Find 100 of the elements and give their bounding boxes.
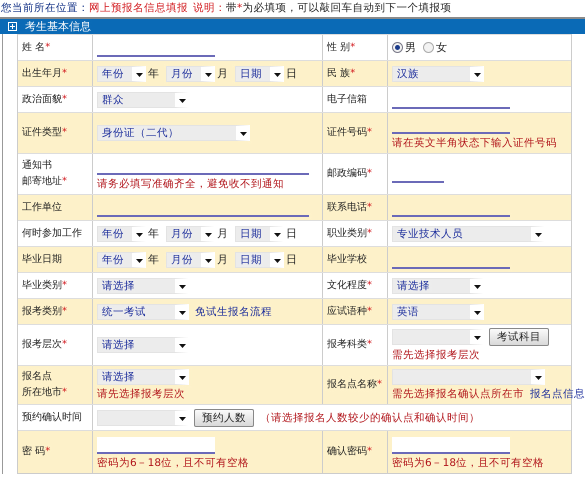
dropdown-arrow-icon (179, 310, 186, 314)
note-title: 说明： (193, 1, 226, 15)
action-button[interactable]: 预约人数 (194, 408, 254, 426)
dropdown-arrow-icon (136, 258, 143, 262)
dropdown-arrow-icon (179, 376, 186, 380)
date-unit: 年 (148, 252, 159, 267)
date-unit: 日 (286, 226, 297, 241)
date-unit: 日 (286, 66, 297, 81)
input-field[interactable] (97, 437, 215, 454)
field-label: 何时参加工作 (22, 226, 82, 240)
dropdown[interactable]: 年份 (97, 226, 146, 242)
field-label: 密 码* (22, 444, 50, 459)
dropdown-arrow-icon (474, 72, 481, 76)
field-label: 邮政编码* (327, 166, 372, 181)
expand-icon[interactable] (8, 22, 17, 31)
hint-text: 请先选择报考层次 (97, 387, 185, 401)
dropdown[interactable]: 请选择 (97, 337, 189, 353)
dropdown-arrow-icon (240, 132, 247, 136)
dropdown-arrow-icon (274, 258, 281, 262)
field-label: 毕业类别* (22, 278, 67, 292)
date-unit: 月 (217, 66, 228, 81)
field-label: 应试语种* (327, 304, 372, 318)
field-label: 毕业学校 (327, 252, 367, 266)
radio-label[interactable]: 女 (436, 40, 447, 55)
hint-text: 密码为6－18位，且不可有空格 (392, 456, 544, 470)
field-label: 联系电话* (327, 200, 372, 214)
dropdown-arrow-icon (535, 232, 542, 236)
hint-text: 请务必填写准确齐全，避免收不到通知 (97, 177, 284, 191)
location-label: 您当前所在位置： (1, 1, 89, 15)
date-unit: 月 (217, 252, 228, 267)
field-label: 报考类别* (22, 304, 67, 318)
section-title: 考生基本信息 (25, 19, 91, 34)
field-label: 出生年月* (22, 66, 67, 80)
field-label: 通知书 邮寄地址* (22, 158, 67, 189)
field-label: 报考科类* (327, 338, 372, 352)
field-label: 证件类型* (22, 126, 67, 140)
dropdown-arrow-icon (179, 98, 186, 102)
dropdown-arrow-icon (205, 72, 212, 76)
field-label: 确认密码* (327, 444, 372, 459)
dropdown[interactable]: 群众 (97, 92, 189, 108)
dropdown[interactable]: 月份 (166, 226, 215, 242)
dropdown-arrow-icon (179, 344, 186, 348)
dropdown[interactable]: 月份 (166, 252, 215, 268)
link[interactable]: 报名点信息 (530, 387, 585, 401)
field-label: 报名点 所在地市* (22, 370, 67, 400)
radio-label[interactable]: 男 (405, 40, 416, 55)
dropdown[interactable]: 日期 (235, 252, 284, 268)
input-field[interactable] (392, 437, 510, 454)
dropdown-arrow-icon (274, 72, 281, 76)
dropdown-arrow-icon (274, 232, 281, 236)
hint-text: 密码为6－18位，且不可有空格 (97, 456, 250, 470)
dropdown-arrow-icon (535, 376, 542, 380)
instruction-text: 带*为必填项，可以敲回车自动到下一个填报项 (226, 1, 452, 15)
dropdown-arrow-icon (205, 232, 212, 236)
link[interactable]: 免试生报名流程 (195, 304, 272, 318)
dropdown-arrow-icon (179, 416, 186, 420)
dropdown-arrow-icon (474, 336, 481, 340)
field-label: 性 别* (327, 40, 356, 54)
dropdown-arrow-icon (136, 72, 143, 76)
date-unit: 年 (148, 226, 159, 241)
field-label: 证件号码* (327, 126, 372, 140)
dropdown[interactable]: 日期 (235, 66, 284, 82)
date-unit: 日 (286, 252, 297, 267)
dropdown[interactable]: 请选择 (97, 369, 189, 385)
field-label: 文化程度* (327, 278, 372, 292)
hint-text: 需先选择报名确认点所在市 (392, 387, 524, 401)
action-button[interactable]: 考试科目 (489, 328, 549, 346)
dropdown[interactable]: 日期 (235, 226, 284, 242)
field-label: 民 族* (327, 66, 356, 80)
dropdown[interactable]: 汉族 (392, 66, 484, 82)
date-unit: 年 (148, 66, 159, 81)
dropdown[interactable]: 请选择 (392, 278, 484, 294)
dropdown-arrow-icon (136, 232, 143, 236)
location-link[interactable]: 网上预报名信息填报 (89, 1, 188, 15)
dropdown[interactable]: 请选择 (97, 278, 189, 294)
field-label: 报名点名称* (327, 378, 382, 392)
dropdown-arrow-icon (179, 284, 186, 288)
dropdown-arrow-icon (474, 310, 481, 314)
dropdown[interactable]: 身份证（二代） (97, 125, 250, 141)
dropdown[interactable]: 月份 (166, 66, 215, 82)
field-label: 电子信箱 (327, 92, 367, 106)
date-unit: 月 (217, 226, 228, 241)
hint-text: 请在英文半角状态下输入证件号码 (392, 136, 557, 150)
field-label: 毕业日期 (22, 252, 62, 266)
field-label: 姓 名* (22, 40, 50, 54)
dropdown[interactable]: 年份 (97, 252, 146, 268)
dropdown-arrow-icon (474, 284, 481, 288)
field-label: 报考层次* (22, 338, 67, 352)
hint-text: 需先选择报考层次 (392, 348, 480, 362)
field-label: 工作单位 (22, 200, 62, 214)
field-label: 预约确认时间 (22, 410, 82, 424)
field-label: 职业类别* (327, 226, 372, 240)
dropdown[interactable]: 统一考试 (97, 304, 189, 320)
dropdown[interactable]: 专业技术人员 (392, 226, 545, 242)
dropdown[interactable]: 英语 (392, 304, 484, 320)
radio-button[interactable] (392, 42, 403, 53)
hint-text: （请选择报名人数较少的确认点和确认时间） (260, 410, 480, 424)
dropdown[interactable]: 年份 (97, 66, 146, 82)
radio-button[interactable] (423, 42, 434, 53)
dropdown-arrow-icon (205, 258, 212, 262)
